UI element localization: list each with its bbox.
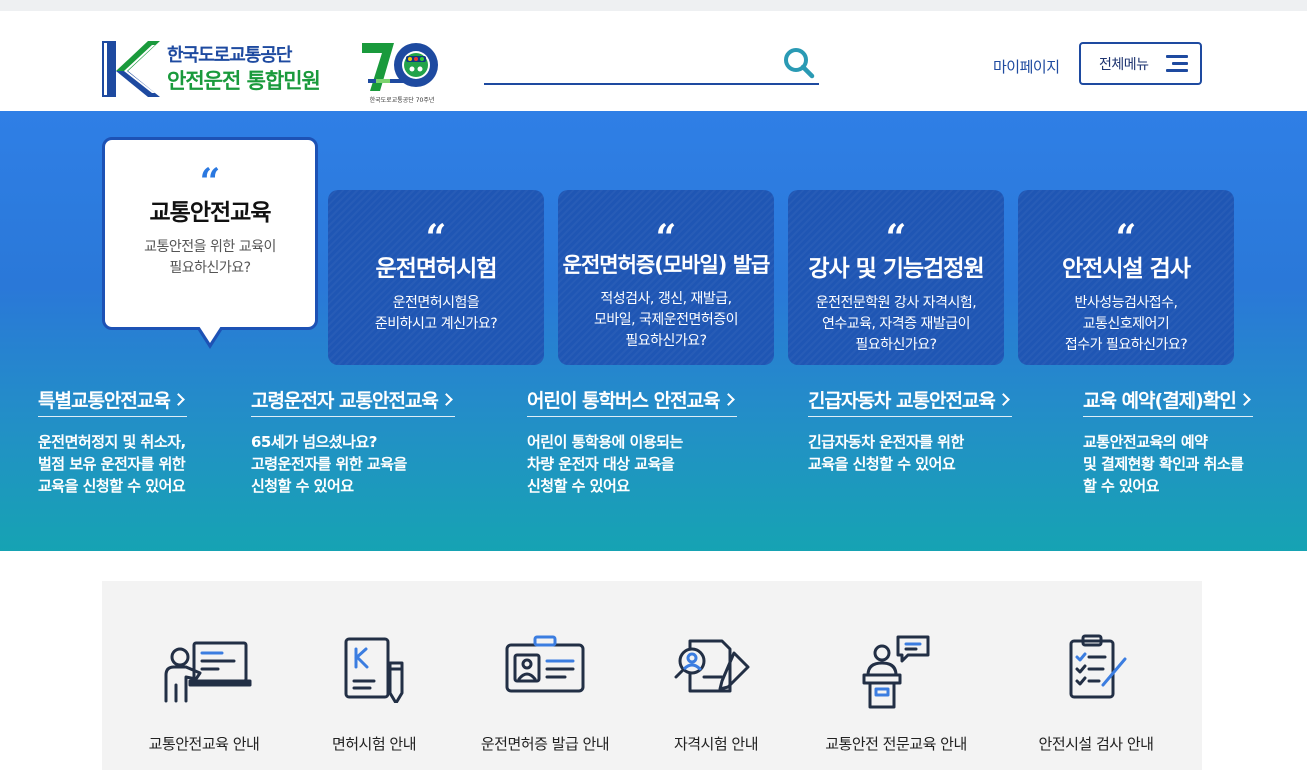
sub-link-special-education: 특별교통안전교육 운전면허정지 및 취소자, 벌점 보유 운전자를 위한 교육을… bbox=[38, 386, 187, 497]
sub-link-emergency-vehicle: 긴급자동차 교통안전교육 긴급자동차 운전자를 위한 교육을 신청할 수 있어요 bbox=[808, 386, 1012, 475]
card-title: 교통안전교육 bbox=[149, 200, 272, 226]
allmenu-label: 전체메뉴 bbox=[1099, 56, 1149, 73]
sub-link-title[interactable]: 어린이 통학버스 안전교육 bbox=[527, 386, 737, 417]
lecturer-podium-icon bbox=[862, 635, 930, 709]
sub-link-desc: 교통안전교육의 예약 및 결제현황 확인과 취소를 할 수 있어요 bbox=[1083, 433, 1244, 495]
guide-item-license-issuance[interactable]: 운전면허증 발급 안내 bbox=[455, 581, 635, 770]
chevron-right-icon bbox=[997, 393, 1010, 406]
mypage-link[interactable]: 마이페이지 bbox=[993, 56, 1060, 77]
exam-search-icon bbox=[674, 639, 750, 693]
sub-link-title[interactable]: 긴급자동차 교통안전교육 bbox=[808, 386, 1012, 417]
chevron-right-icon bbox=[721, 393, 735, 406]
search-bar bbox=[484, 45, 819, 85]
document-pen-icon bbox=[344, 637, 404, 703]
guide-section: 교통안전교육 안내 면허시험 안내 운전면허증 발급 안내 자격시험 안내 교통… bbox=[102, 581, 1202, 770]
guide-item-qualification-exam[interactable]: 자격시험 안내 bbox=[626, 581, 806, 770]
card-desc: 교통안전을 위한 교육이 필요하신가요? bbox=[144, 239, 276, 276]
checklist-icon bbox=[1069, 634, 1127, 699]
guide-item-education[interactable]: 교통안전교육 안내 bbox=[114, 581, 294, 770]
hamburger-icon bbox=[1166, 55, 1188, 73]
card-desc: 반사성능검사접수, 교통신호제어기 접수가 필요하신가요? bbox=[1064, 295, 1188, 353]
sub-link-label: 교육 예약(결제)확인 bbox=[1083, 390, 1237, 412]
quote-icon: “ bbox=[885, 217, 907, 259]
chevron-right-icon bbox=[171, 393, 185, 406]
sub-link-title[interactable]: 교육 예약(결제)확인 bbox=[1083, 386, 1253, 417]
sub-link-senior-driver: 고령운전자 교통안전교육 65세가 넘으셨나요? 고령운전자를 위한 교육을 신… bbox=[251, 386, 455, 497]
guide-label: 안전시설 검사 안내 bbox=[1038, 735, 1154, 753]
guide-label: 자격시험 안내 bbox=[673, 735, 759, 753]
top-strip bbox=[0, 0, 1307, 11]
hero-section: “ 교통안전교육 교통안전을 위한 교육이 필요하신가요? “ 운전면허시험 운… bbox=[0, 111, 1307, 551]
card-title: 운전면허시험 bbox=[375, 256, 498, 282]
card-traffic-safety-education[interactable]: “ 교통안전교육 교통안전을 위한 교육이 필요하신가요? bbox=[102, 137, 318, 349]
card-title: 강사 및 기능검정원 bbox=[808, 256, 984, 282]
sub-link-desc: 65세가 넘으셨나요? 고령운전자를 위한 교육을 신청할 수 있어요 bbox=[251, 433, 407, 495]
sub-link-desc: 긴급자동차 운전자를 위한 교육을 신청할 수 있어요 bbox=[808, 433, 964, 473]
chevron-right-icon bbox=[440, 393, 453, 406]
quote-icon: “ bbox=[425, 217, 447, 259]
sub-link-title[interactable]: 특별교통안전교육 bbox=[38, 386, 187, 417]
card-license-issuance[interactable]: “ 운전면허증(모바일) 발급 적성검사, 갱신, 재발급, 모바일, 국제운전… bbox=[558, 190, 774, 365]
anniversary-emblem: 한국도로교통공단 70주년 bbox=[360, 39, 444, 105]
card-instructor-examiner[interactable]: “ 강사 및 기능검정원 운전전문학원 강사 자격시험, 연수교육, 자격증 재… bbox=[788, 190, 1004, 365]
search-icon[interactable] bbox=[781, 45, 817, 81]
site-header: 한국도로교통공단 안전운전 통합민원 한국도로교통공단 70주년 마이페이지 전… bbox=[0, 11, 1307, 111]
sub-link-reservation-check: 교육 예약(결제)확인 교통안전교육의 예약 및 결제현황 확인과 취소를 할 … bbox=[1083, 386, 1253, 497]
quote-icon: “ bbox=[655, 217, 677, 259]
sub-link-desc: 어린이 통학용에 이용되는 차량 운전자 대상 교육을 신청할 수 있어요 bbox=[527, 433, 683, 495]
sub-link-label: 고령운전자 교통안전교육 bbox=[251, 390, 439, 412]
teacher-board-icon bbox=[164, 641, 252, 703]
speech-tail-inner bbox=[199, 326, 221, 343]
card-title: 안전시설 검사 bbox=[1062, 256, 1191, 282]
chevron-right-icon bbox=[1237, 393, 1251, 406]
sub-link-label: 특별교통안전교육 bbox=[38, 390, 171, 412]
search-input[interactable] bbox=[484, 49, 774, 79]
guide-item-license-test[interactable]: 면허시험 안내 bbox=[284, 581, 464, 770]
allmenu-button[interactable]: 전체메뉴 bbox=[1079, 42, 1202, 85]
site-logo[interactable]: 한국도로교통공단 안전운전 통합민원 bbox=[102, 41, 321, 97]
card-desc: 운전면허시험을 준비하시고 계신가요? bbox=[374, 295, 498, 332]
guide-item-professional-education[interactable]: 교통안전 전문교육 안내 bbox=[806, 581, 986, 770]
guide-label: 면허시험 안내 bbox=[331, 735, 417, 753]
guide-item-facility-inspection[interactable]: 안전시설 검사 안내 bbox=[1006, 581, 1186, 770]
guide-label: 교통안전교육 안내 bbox=[148, 735, 260, 753]
guide-label: 교통안전 전문교육 안내 bbox=[825, 735, 967, 753]
sub-link-label: 어린이 통학버스 안전교육 bbox=[527, 390, 721, 412]
quote-icon: “ bbox=[199, 161, 221, 203]
card-title: 운전면허증(모바일) 발급 bbox=[562, 253, 771, 277]
card-desc: 적성검사, 갱신, 재발급, 모바일, 국제운전면허증이 필요하신가요? bbox=[593, 291, 739, 349]
70th-anniversary-icon bbox=[362, 43, 438, 91]
site-name: 안전운전 통합민원 bbox=[167, 68, 321, 93]
koroad-logo-icon bbox=[102, 41, 160, 97]
anniversary-caption: 한국도로교통공단 70주년 bbox=[369, 97, 435, 104]
sub-link-desc: 운전면허정지 및 취소자, 벌점 보유 운전자를 위한 교육을 신청할 수 있어… bbox=[38, 433, 186, 495]
card-safety-facility-inspection[interactable]: “ 안전시설 검사 반사성능검사접수, 교통신호제어기 접수가 필요하신가요? bbox=[1018, 190, 1234, 365]
id-card-icon bbox=[505, 635, 585, 693]
guide-label: 운전면허증 발급 안내 bbox=[480, 735, 610, 753]
sub-link-label: 긴급자동차 교통안전교육 bbox=[808, 390, 996, 412]
sub-link-school-bus: 어린이 통학버스 안전교육 어린이 통학용에 이용되는 차량 운전자 대상 교육… bbox=[527, 386, 737, 497]
org-name: 한국도로교통공단 bbox=[167, 44, 292, 66]
card-license-test[interactable]: “ 운전면허시험 운전면허시험을 준비하시고 계신가요? bbox=[328, 190, 544, 365]
quote-icon: “ bbox=[1115, 217, 1137, 259]
card-desc: 운전전문학원 강사 자격시험, 연수교육, 자격증 재발급이 필요하신가요? bbox=[815, 295, 977, 353]
sub-link-title[interactable]: 고령운전자 교통안전교육 bbox=[251, 386, 455, 417]
